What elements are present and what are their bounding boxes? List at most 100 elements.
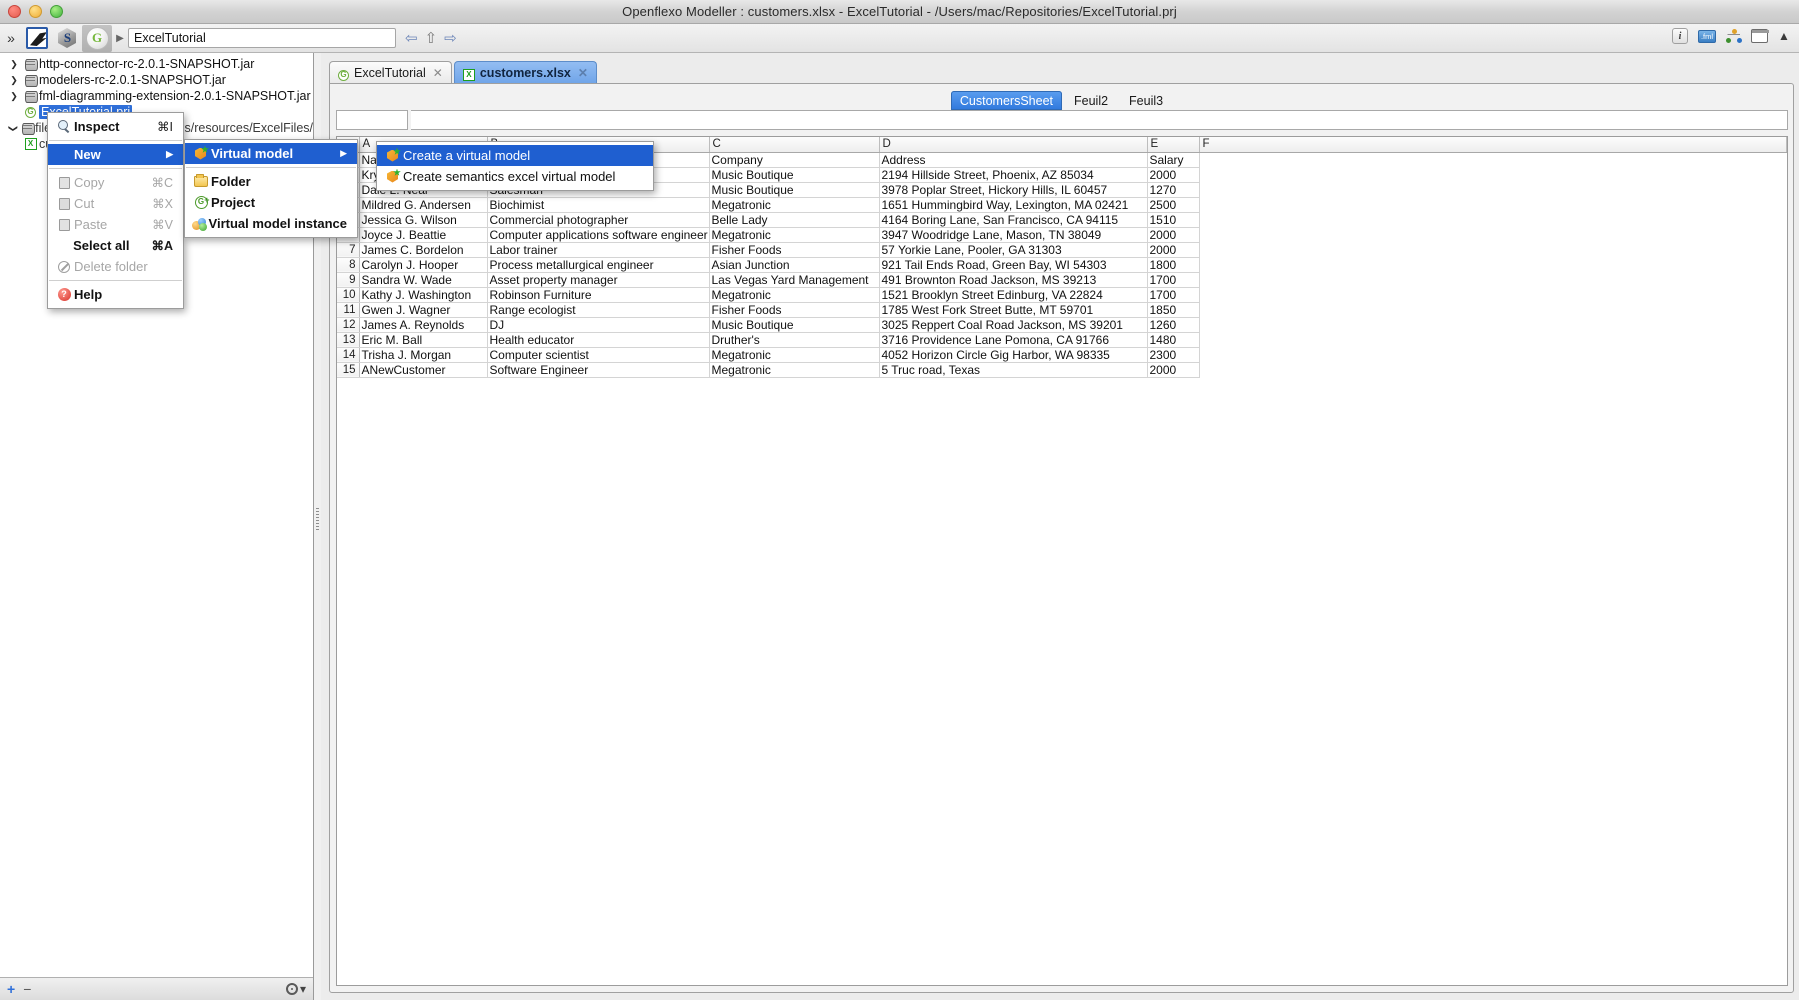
sheet-row[interactable]: 5Jessica G. WilsonCommercial photographe… bbox=[337, 212, 1787, 228]
sheet-cell[interactable]: 1510 bbox=[1147, 212, 1200, 228]
sheet-cell[interactable]: 2000 bbox=[1147, 167, 1200, 183]
sheet-row[interactable]: 12 James A. Reynolds DJ Music Boutique 3025 … bbox=[337, 317, 1787, 333]
sheet-cell[interactable]: Music Boutique bbox=[709, 317, 880, 333]
sheet-cell[interactable]: Asset property manager bbox=[487, 272, 710, 288]
sheet-cell[interactable]: Music Boutique bbox=[709, 167, 880, 183]
formula-input[interactable] bbox=[411, 110, 1788, 130]
nav-forward-icon[interactable]: ⇨ bbox=[444, 31, 457, 46]
sheet-cell[interactable]: Address bbox=[879, 152, 1148, 168]
close-icon[interactable]: ✕ bbox=[578, 66, 588, 80]
sheet-cell[interactable]: Trisha J. Morgan bbox=[359, 347, 488, 363]
remove-button[interactable]: − bbox=[23, 981, 31, 997]
row-header[interactable]: 11 bbox=[337, 302, 360, 318]
row-header[interactable]: 7 bbox=[337, 242, 360, 258]
column-header-d[interactable]: D bbox=[879, 137, 1148, 153]
column-header-f[interactable]: F bbox=[1199, 137, 1787, 153]
sheet-row[interactable]: 8 Carolyn J. Hooper Process metallurgical … bbox=[337, 257, 1787, 273]
sheet-cell[interactable]: Fisher Foods bbox=[709, 302, 880, 318]
context-menu[interactable]: Inspect ⌘I New ▶ Copy ⌘C Cut ⌘X Paste ⌘V… bbox=[47, 112, 184, 309]
sheet-cell[interactable] bbox=[1199, 242, 1787, 257]
sheet-cell[interactable]: James A. Reynolds bbox=[359, 317, 488, 333]
sheet-cell[interactable]: 2500 bbox=[1147, 197, 1200, 213]
submenu-item-create-virtual-model[interactable]: Create a virtual model bbox=[377, 145, 653, 166]
sheet-cell[interactable]: Sandra W. Wade bbox=[359, 272, 488, 288]
sheet-cell[interactable] bbox=[1199, 197, 1787, 212]
sheet-cell[interactable]: Biochimist bbox=[487, 197, 710, 213]
sheet-cell[interactable]: Mildred G. Andersen bbox=[359, 197, 488, 213]
sheet-cell[interactable]: 4164 Boring Lane, San Francisco, CA 9411… bbox=[879, 212, 1148, 228]
nav-up-icon[interactable]: ⇧ bbox=[425, 31, 438, 46]
sheet-cell[interactable]: 1785 West Fork Street Butte, MT 59701 bbox=[879, 302, 1148, 318]
sheet-row[interactable]: 6Joyce J. BeattieComputer applications s… bbox=[337, 227, 1787, 243]
sheet-cell[interactable] bbox=[1199, 362, 1787, 377]
tree-item-http-connector[interactable]: ❯ http-connector-rc-2.0.1-SNAPSHOT.jar bbox=[4, 56, 313, 72]
sheet-cell[interactable]: 921 Tail Ends Road, Green Bay, WI 54303 bbox=[879, 257, 1148, 273]
sheet-cell[interactable]: 1700 bbox=[1147, 272, 1200, 288]
row-header[interactable]: 10 bbox=[337, 287, 360, 303]
sheet-cell[interactable]: DJ bbox=[487, 317, 710, 333]
virtual-model-submenu[interactable]: Create a virtual model Create semantics … bbox=[376, 141, 654, 191]
close-window-button[interactable] bbox=[8, 5, 21, 18]
twisty-collapsed-icon[interactable]: ❯ bbox=[6, 91, 22, 102]
row-header[interactable]: 13 bbox=[337, 332, 360, 348]
sheet-row[interactable]: 15 ANewCustomer Software Engineer Megatroni… bbox=[337, 362, 1787, 378]
sheet-cell[interactable]: Fisher Foods bbox=[709, 242, 880, 258]
sheet-cell[interactable] bbox=[1199, 332, 1787, 347]
row-header[interactable]: 8 bbox=[337, 257, 360, 273]
row-header[interactable]: 15 bbox=[337, 362, 360, 378]
sheet-cell[interactable] bbox=[1199, 167, 1787, 182]
sheet-cell[interactable]: Robinson Furniture bbox=[487, 287, 710, 303]
maximize-window-button[interactable] bbox=[50, 5, 63, 18]
sheet-cell[interactable]: Carolyn J. Hooper bbox=[359, 257, 488, 273]
sheet-tab-customerssheet[interactable]: CustomersSheet bbox=[950, 91, 1062, 110]
sheet-cell[interactable] bbox=[1199, 182, 1787, 197]
sheet-cell[interactable]: 1800 bbox=[1147, 257, 1200, 273]
browser-settings-button[interactable]: ▾ bbox=[285, 982, 306, 996]
sheet-cell[interactable]: Health educator bbox=[487, 332, 710, 348]
menu-item-new[interactable]: New ▶ bbox=[48, 144, 183, 165]
sheet-cell[interactable]: Labor trainer bbox=[487, 242, 710, 258]
sheet-cell[interactable]: Megatronic bbox=[709, 197, 880, 213]
tree-item-modelers[interactable]: ❯ modelers-rc-2.0.1-SNAPSHOT.jar bbox=[4, 72, 313, 88]
openflexo-circle-icon[interactable]: G bbox=[82, 24, 112, 52]
submenu-item-virtual-model[interactable]: Virtual model ▶ bbox=[185, 143, 357, 164]
sheet-cell[interactable]: 2000 bbox=[1147, 242, 1200, 258]
column-header-c[interactable]: C bbox=[709, 137, 880, 153]
info-icon[interactable]: i bbox=[1671, 27, 1689, 45]
sheet-cell[interactable]: 2194 Hillside Street, Phoenix, AZ 85034 bbox=[879, 167, 1148, 183]
sheet-cell[interactable]: Music Boutique bbox=[709, 182, 880, 198]
sheet-cell[interactable] bbox=[1199, 152, 1787, 167]
sheet-cell[interactable]: James C. Bordelon bbox=[359, 242, 488, 258]
twisty-collapsed-icon[interactable]: ❯ bbox=[6, 59, 22, 70]
sheet-row[interactable]: 11 Gwen J. Wagner Range ecologist Fisher Fo… bbox=[337, 302, 1787, 318]
sheet-cell[interactable]: 1260 bbox=[1147, 317, 1200, 333]
sheet-cell[interactable]: 3716 Providence Lane Pomona, CA 91766 bbox=[879, 332, 1148, 348]
sheet-cell[interactable]: 2000 bbox=[1147, 227, 1200, 243]
sheet-cell[interactable]: 1700 bbox=[1147, 287, 1200, 303]
sheet-cell[interactable]: Megatronic bbox=[709, 287, 880, 303]
collapse-up-icon[interactable]: ▲ bbox=[1775, 27, 1793, 45]
openflexo-bird-icon[interactable] bbox=[22, 25, 52, 52]
sheet-row[interactable]: 4Mildred G. AndersenBiochimistMegatronic… bbox=[337, 197, 1787, 213]
menu-item-inspect[interactable]: Inspect ⌘I bbox=[48, 116, 183, 137]
submenu-item-virtual-model-instance[interactable]: Virtual model instance bbox=[185, 213, 357, 234]
row-header[interactable]: 9 bbox=[337, 272, 360, 288]
sheet-cell[interactable]: Asian Junction bbox=[709, 257, 880, 273]
twisty-expanded-icon[interactable]: ❯ bbox=[8, 121, 19, 135]
sheet-cell[interactable]: Computer scientist bbox=[487, 347, 710, 363]
sheet-tab-feuil3[interactable]: Feuil3 bbox=[1120, 91, 1172, 110]
sheet-cell[interactable]: 4052 Horizon Circle Gig Harbor, WA 98335 bbox=[879, 347, 1148, 363]
sheet-cell[interactable]: Commercial photographer bbox=[487, 212, 710, 228]
sheet-cell[interactable]: Company bbox=[709, 152, 880, 168]
row-header[interactable]: 12 bbox=[337, 317, 360, 333]
sheet-tab-feuil2[interactable]: Feuil2 bbox=[1065, 91, 1117, 110]
sheet-row[interactable]: 13 Eric M. Ball Health educator Druther's 37… bbox=[337, 332, 1787, 348]
submenu-item-create-semantics-excel-virtual-model[interactable]: Create semantics excel virtual model bbox=[377, 166, 653, 187]
sheet-cell[interactable]: 1521 Brooklyn Street Edinburg, VA 22824 bbox=[879, 287, 1148, 303]
sheet-cell[interactable]: 3025 Reppert Coal Road Jackson, MS 39201 bbox=[879, 317, 1148, 333]
sheet-cell[interactable]: Megatronic bbox=[709, 347, 880, 363]
fml-badge-icon[interactable]: .fml bbox=[1696, 27, 1718, 45]
sheet-cell[interactable]: 1850 bbox=[1147, 302, 1200, 318]
sheet-cell[interactable]: 57 Yorkie Lane, Pooler, GA 31303 bbox=[879, 242, 1148, 258]
sheet-row[interactable]: 9 Sandra W. Wade Asset property manager Las… bbox=[337, 272, 1787, 288]
